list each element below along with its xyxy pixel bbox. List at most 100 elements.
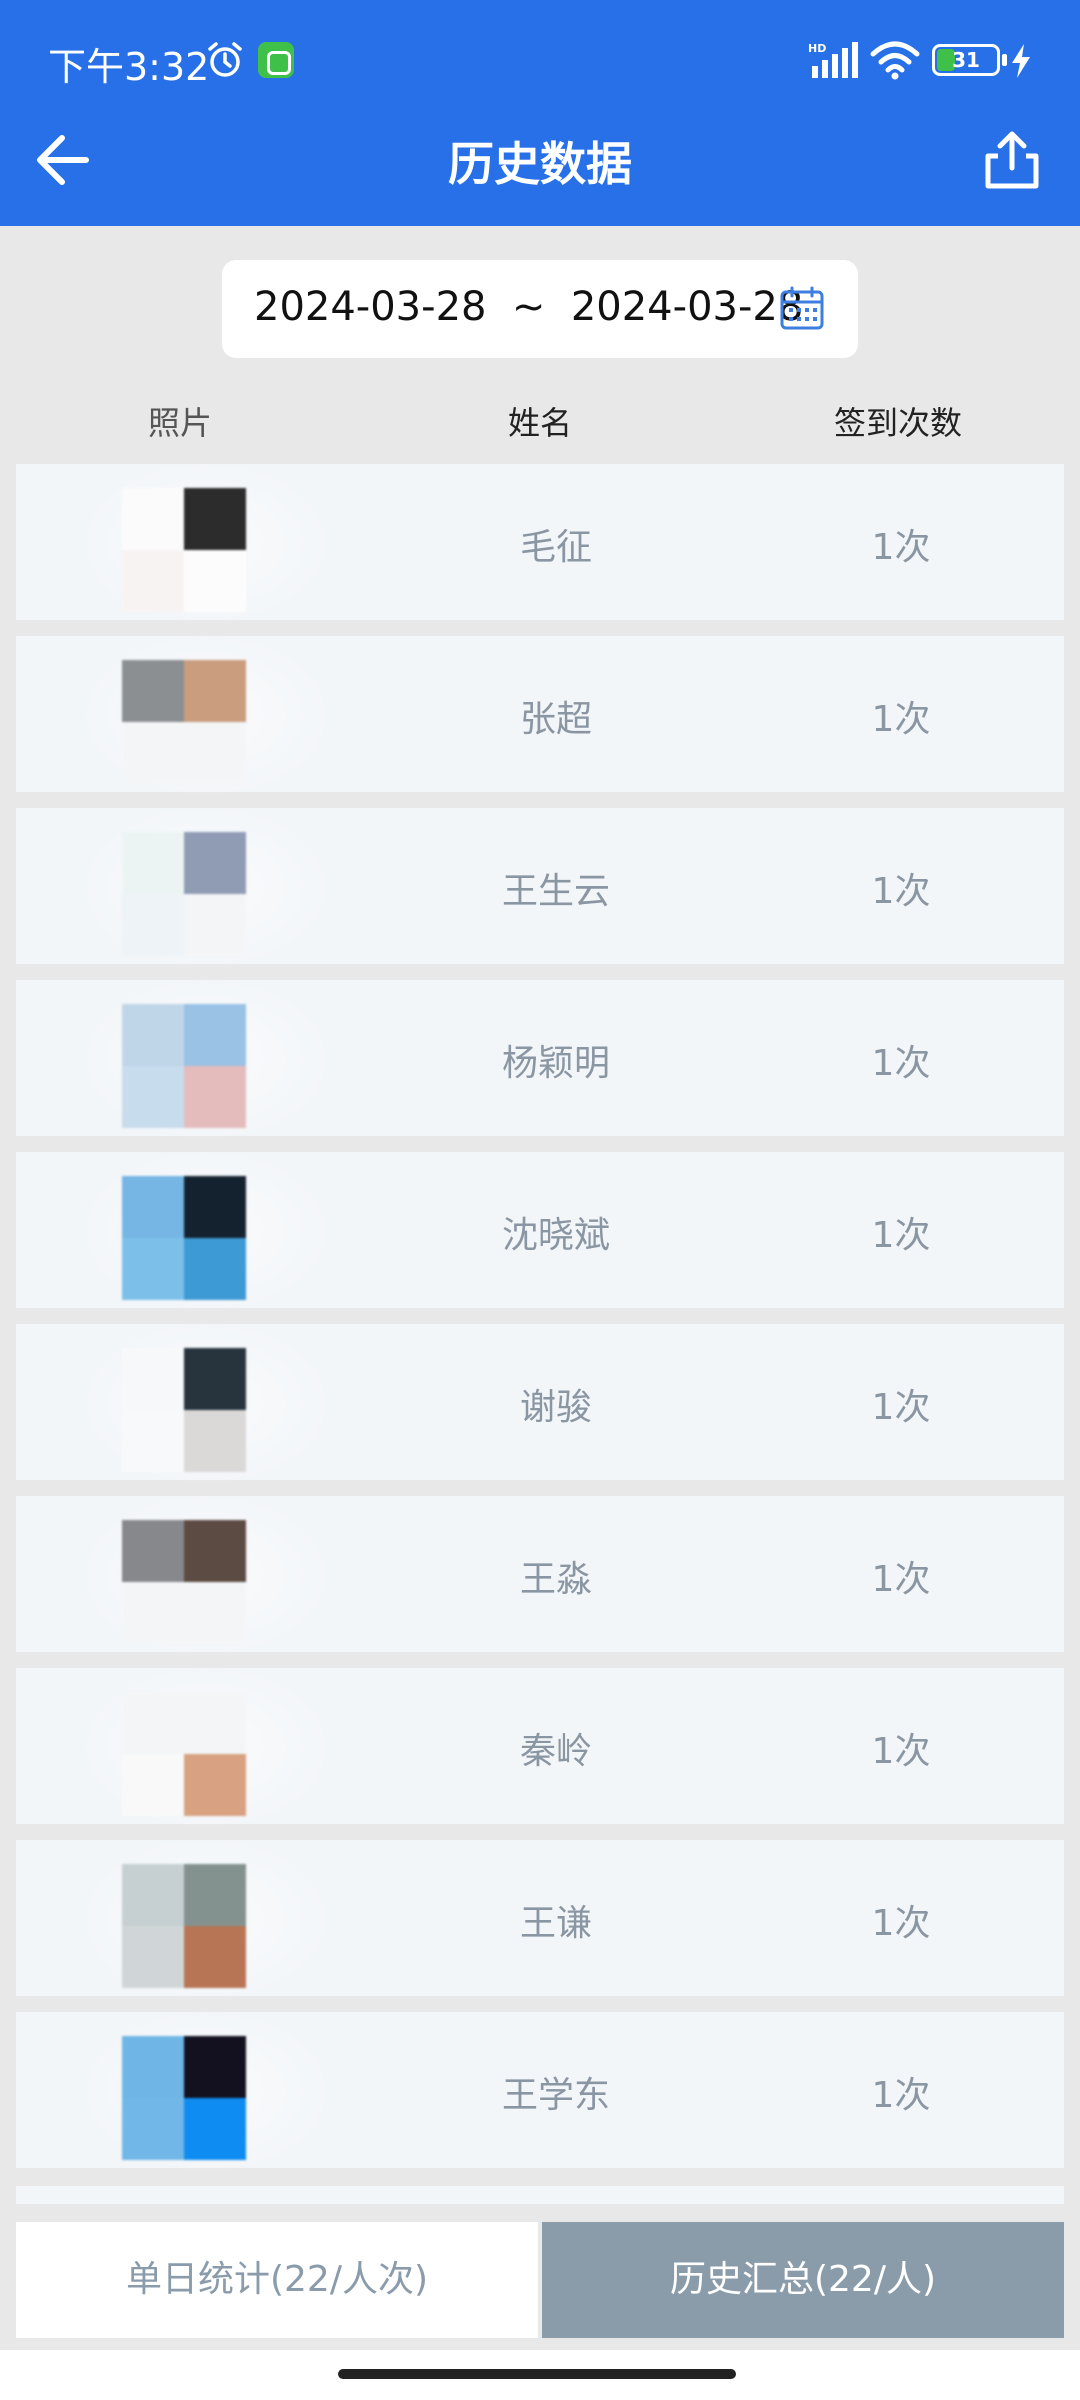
table-row[interactable]: 王淼 1次 [16,1490,1064,1660]
partial-list-row [16,2186,1064,2204]
row-name: 王生云 [501,871,610,912]
avatar-pixel [122,1004,184,1066]
avatar-pixel [184,1348,246,1410]
row-name: 秦岭 [519,1731,592,1772]
table-row[interactable]: 沈晓斌 1次 [16,1146,1064,1316]
avatar-pixel [122,1864,184,1926]
avatar-pixel [184,550,246,612]
table-row[interactable]: 谢骏 1次 [16,1318,1064,1488]
table-row[interactable]: 毛征 1次 [16,458,1064,628]
row-name: 王谦 [519,1903,592,1944]
avatar-pixel [184,1754,246,1816]
column-header-name: 姓名 [508,404,573,442]
avatar-pixel [184,1692,246,1754]
share-icon[interactable] [976,124,1048,196]
avatar[interactable] [122,1004,246,1128]
row-checkin-count: 1次 [871,1043,931,1084]
avatar-pixel [122,1754,184,1816]
battery-indicator: 31 [932,44,1000,76]
avatar-pixel [184,1238,246,1300]
avatar-pixel [122,2098,184,2160]
row-name: 毛征 [519,527,592,568]
row-checkin-count: 1次 [871,1903,931,1944]
row-name: 沈晓斌 [501,1215,610,1256]
charging-bolt-icon [1012,44,1030,78]
battery-tip [1002,54,1007,66]
avatar[interactable] [122,1520,246,1644]
row-name: 张超 [519,699,592,740]
avatar-pixel [122,894,184,956]
row-checkin-count: 1次 [871,699,931,740]
avatar[interactable] [122,2036,246,2160]
avatar-pixel [122,1410,184,1472]
avatar[interactable] [122,660,246,784]
column-header-photo: 照片 [148,404,213,442]
avatar[interactable] [122,832,246,956]
row-checkin-count: 1次 [871,2075,931,2116]
row-name: 谢骏 [519,1387,592,1428]
row-checkin-count: 1次 [871,1215,931,1256]
svg-text:HD: HD [808,42,826,55]
avatar[interactable] [122,1348,246,1472]
avatar[interactable] [122,1176,246,1300]
wifi-icon [870,41,920,80]
tab-daily-stats[interactable]: 单日统计(22/人次) [16,2222,538,2338]
avatar-pixel [122,1582,184,1644]
table-row[interactable]: 杨颖明 1次 [16,974,1064,1144]
avatar-pixel [122,488,184,550]
avatar-pixel [184,1004,246,1066]
avatar-pixel [122,1520,184,1582]
avatar-pixel [122,722,184,784]
avatar-pixel [122,832,184,894]
avatar-pixel [122,1926,184,1988]
bottom-tabs: 单日统计(22/人次) 历史汇总(22/人) [16,2222,1064,2338]
avatar-pixel [184,1176,246,1238]
avatar-pixel [122,660,184,722]
avatar-pixel [184,1410,246,1472]
avatar-pixel [184,1926,246,1988]
avatar[interactable] [122,488,246,612]
avatar-pixel [184,660,246,722]
calendar-icon[interactable] [778,286,826,332]
table-row[interactable]: 张超 1次 [16,630,1064,800]
tab-history-summary[interactable]: 历史汇总(22/人) [542,2222,1064,2338]
avatar-pixel [184,832,246,894]
avatar-pixel [122,1692,184,1754]
avatar-pixel [184,488,246,550]
avatar-pixel [122,550,184,612]
table-row[interactable]: 王生云 1次 [16,802,1064,972]
avatar-pixel [122,1348,184,1410]
row-name: 王学东 [501,2075,610,2116]
page-title: 历史数据 [448,137,632,191]
avatar-pixel [184,1582,246,1644]
row-checkin-count: 1次 [871,1559,931,1600]
avatar[interactable] [122,1692,246,1816]
row-checkin-count: 1次 [871,527,931,568]
avatar-pixel [184,1066,246,1128]
table-row[interactable]: 秦岭 1次 [16,1662,1064,1832]
avatar-pixel [122,1066,184,1128]
app-header: 下午3:32 HD 31 历史数据 [0,0,1080,226]
avatar-pixel [184,2098,246,2160]
signal-icon: HD [808,42,858,78]
date-range-picker[interactable]: 2024-03-28 ~ 2024-03-28 [222,260,858,358]
row-name: 王淼 [519,1559,592,1600]
row-name: 杨颖明 [501,1043,610,1084]
avatar-pixel [184,1520,246,1582]
avatar-pixel [122,2036,184,2098]
status-bar: 下午3:32 HD 31 [0,30,1080,94]
avatar-pixel [184,2036,246,2098]
avatar-pixel [184,1864,246,1926]
avatar-pixel [122,1238,184,1300]
alarm-icon [208,42,242,77]
home-indicator[interactable] [338,2369,736,2379]
table-row[interactable]: 王谦 1次 [16,1834,1064,2004]
date-range-text: 2024-03-28 ~ 2024-03-28 [254,284,804,330]
avatar-pixel [184,894,246,956]
table-row[interactable]: 王学东 1次 [16,2006,1064,2176]
avatar-pixel [184,722,246,784]
avatar[interactable] [122,1864,246,1988]
row-checkin-count: 1次 [871,871,931,912]
row-checkin-count: 1次 [871,1387,931,1428]
avatar-pixel [122,1176,184,1238]
